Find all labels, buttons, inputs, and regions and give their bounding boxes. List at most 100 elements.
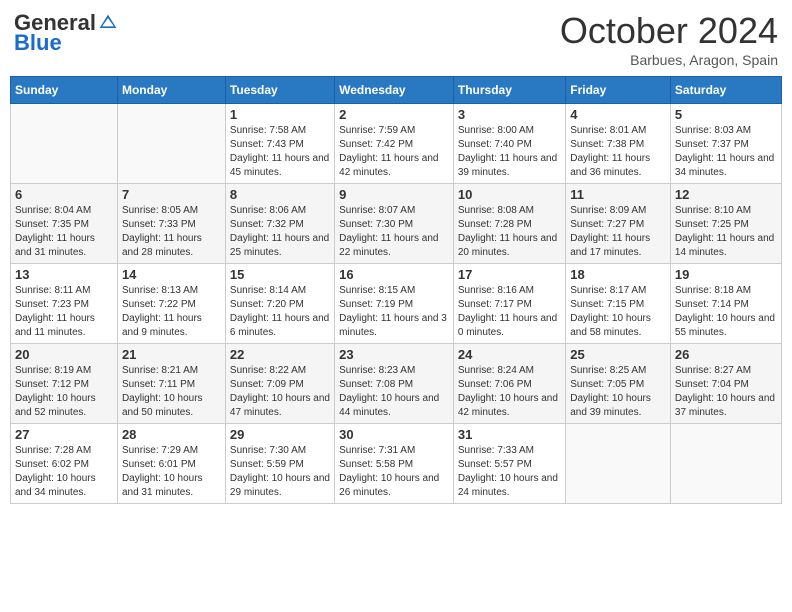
calendar-cell: 8 Sunrise: 8:06 AM Sunset: 7:32 PM Daylig…: [225, 184, 334, 264]
cell-info: Sunrise: 8:27 AM Sunset: 7:04 PM Dayligh…: [675, 364, 777, 420]
calendar-cell: [117, 104, 225, 184]
day-number: 22: [230, 347, 330, 362]
day-number: 18: [570, 267, 666, 282]
calendar-cell: 21 Sunrise: 8:21 AM Sunset: 7:11 PM Dayli…: [117, 344, 225, 424]
calendar-cell: 31 Sunrise: 7:33 AM Sunset: 5:57 PM Dayli…: [453, 424, 565, 504]
cell-info: Sunrise: 8:09 AM Sunset: 7:27 PM Dayligh…: [570, 204, 666, 260]
day-number: 15: [230, 267, 330, 282]
cell-info: Sunrise: 8:25 AM Sunset: 7:05 PM Dayligh…: [570, 364, 666, 420]
calendar-cell: 30Sunrise: 7:31 AM Sunset: 5:58 PM Dayli…: [335, 424, 454, 504]
calendar-cell: 15 Sunrise: 8:14 AM Sunset: 7:20 PM Dayli…: [225, 264, 334, 344]
calendar-cell: 29 Sunrise: 7:30 AM Sunset: 5:59 PM Dayli…: [225, 424, 334, 504]
column-header-sunday: Sunday: [11, 77, 118, 104]
cell-info: Sunrise: 8:08 AM Sunset: 7:28 PM Dayligh…: [458, 204, 561, 260]
column-header-friday: Friday: [566, 77, 671, 104]
day-number: 23: [339, 347, 449, 362]
day-number: 1: [230, 107, 330, 122]
cell-info: Sunrise: 7:58 AM Sunset: 7:43 PM Dayligh…: [230, 124, 330, 180]
day-number: 16: [339, 267, 449, 282]
calendar-week-5: 27 Sunrise: 7:28 AM Sunset: 6:02 PM Dayli…: [11, 424, 782, 504]
day-number: 19: [675, 267, 777, 282]
calendar-cell: 10 Sunrise: 8:08 AM Sunset: 7:28 PM Dayli…: [453, 184, 565, 264]
calendar-cell: 19Sunrise: 8:18 AM Sunset: 7:14 PM Dayli…: [670, 264, 781, 344]
cell-info: Sunrise: 8:00 AM Sunset: 7:40 PM Dayligh…: [458, 124, 561, 180]
day-number: 12: [675, 187, 777, 202]
day-number: 6: [15, 187, 113, 202]
day-number: 27: [15, 427, 113, 442]
cell-info: Sunrise: 7:59 AM Sunset: 7:42 PM Dayligh…: [339, 124, 449, 180]
cell-info: Sunrise: 8:11 AM Sunset: 7:23 PM Dayligh…: [15, 284, 113, 340]
calendar-week-3: 13 Sunrise: 8:11 AM Sunset: 7:23 PM Dayli…: [11, 264, 782, 344]
cell-info: Sunrise: 8:16 AM Sunset: 7:17 PM Dayligh…: [458, 284, 561, 340]
cell-info: Sunrise: 8:19 AM Sunset: 7:12 PM Dayligh…: [15, 364, 113, 420]
cell-info: Sunrise: 8:04 AM Sunset: 7:35 PM Dayligh…: [15, 204, 113, 260]
calendar-header: SundayMondayTuesdayWednesdayThursdayFrid…: [11, 77, 782, 104]
column-header-saturday: Saturday: [670, 77, 781, 104]
calendar-cell: [670, 424, 781, 504]
day-number: 14: [122, 267, 221, 282]
calendar-cell: 13 Sunrise: 8:11 AM Sunset: 7:23 PM Dayli…: [11, 264, 118, 344]
cell-info: Sunrise: 8:05 AM Sunset: 7:33 PM Dayligh…: [122, 204, 221, 260]
page-header: General Blue October 2024 Barbues, Arago…: [10, 10, 782, 68]
cell-info: Sunrise: 8:24 AM Sunset: 7:06 PM Dayligh…: [458, 364, 561, 420]
column-header-tuesday: Tuesday: [225, 77, 334, 104]
day-number: 31: [458, 427, 561, 442]
cell-info: Sunrise: 8:21 AM Sunset: 7:11 PM Dayligh…: [122, 364, 221, 420]
cell-info: Sunrise: 7:29 AM Sunset: 6:01 PM Dayligh…: [122, 444, 221, 500]
day-number: 11: [570, 187, 666, 202]
calendar-cell: 3Sunrise: 8:00 AM Sunset: 7:40 PM Daylig…: [453, 104, 565, 184]
column-header-monday: Monday: [117, 77, 225, 104]
calendar-cell: 7 Sunrise: 8:05 AM Sunset: 7:33 PM Daylig…: [117, 184, 225, 264]
location-subtitle: Barbues, Aragon, Spain: [560, 52, 778, 68]
cell-info: Sunrise: 8:23 AM Sunset: 7:08 PM Dayligh…: [339, 364, 449, 420]
cell-info: Sunrise: 8:17 AM Sunset: 7:15 PM Dayligh…: [570, 284, 666, 340]
cell-info: Sunrise: 7:28 AM Sunset: 6:02 PM Dayligh…: [15, 444, 113, 500]
calendar-cell: 25 Sunrise: 8:25 AM Sunset: 7:05 PM Dayli…: [566, 344, 671, 424]
day-number: 20: [15, 347, 113, 362]
calendar-week-1: 1 Sunrise: 7:58 AM Sunset: 7:43 PM Daylig…: [11, 104, 782, 184]
day-number: 24: [458, 347, 561, 362]
calendar-cell: 9 Sunrise: 8:07 AM Sunset: 7:30 PM Daylig…: [335, 184, 454, 264]
day-number: 8: [230, 187, 330, 202]
day-number: 17: [458, 267, 561, 282]
month-title: October 2024: [560, 10, 778, 52]
calendar-cell: 2Sunrise: 7:59 AM Sunset: 7:42 PM Daylig…: [335, 104, 454, 184]
cell-info: Sunrise: 8:14 AM Sunset: 7:20 PM Dayligh…: [230, 284, 330, 340]
logo-blue-text: Blue: [14, 30, 62, 56]
calendar-week-2: 6 Sunrise: 8:04 AM Sunset: 7:35 PM Daylig…: [11, 184, 782, 264]
cell-info: Sunrise: 7:33 AM Sunset: 5:57 PM Dayligh…: [458, 444, 561, 500]
calendar-cell: 17 Sunrise: 8:16 AM Sunset: 7:17 PM Dayli…: [453, 264, 565, 344]
calendar-cell: [11, 104, 118, 184]
day-number: 30: [339, 427, 449, 442]
calendar-cell: 11 Sunrise: 8:09 AM Sunset: 7:27 PM Dayli…: [566, 184, 671, 264]
day-number: 29: [230, 427, 330, 442]
day-number: 5: [675, 107, 777, 122]
day-number: 10: [458, 187, 561, 202]
calendar-cell: 26 Sunrise: 8:27 AM Sunset: 7:04 PM Dayli…: [670, 344, 781, 424]
cell-info: Sunrise: 8:07 AM Sunset: 7:30 PM Dayligh…: [339, 204, 449, 260]
calendar-cell: 1 Sunrise: 7:58 AM Sunset: 7:43 PM Daylig…: [225, 104, 334, 184]
cell-info: Sunrise: 8:22 AM Sunset: 7:09 PM Dayligh…: [230, 364, 330, 420]
logo: General Blue: [14, 10, 118, 56]
day-number: 4: [570, 107, 666, 122]
cell-info: Sunrise: 7:30 AM Sunset: 5:59 PM Dayligh…: [230, 444, 330, 500]
day-number: 7: [122, 187, 221, 202]
cell-info: Sunrise: 8:06 AM Sunset: 7:32 PM Dayligh…: [230, 204, 330, 260]
calendar-cell: 22 Sunrise: 8:22 AM Sunset: 7:09 PM Dayli…: [225, 344, 334, 424]
calendar-cell: 16 Sunrise: 8:15 AM Sunset: 7:19 PM Dayli…: [335, 264, 454, 344]
day-number: 25: [570, 347, 666, 362]
day-number: 28: [122, 427, 221, 442]
day-number: 21: [122, 347, 221, 362]
calendar-cell: 12Sunrise: 8:10 AM Sunset: 7:25 PM Dayli…: [670, 184, 781, 264]
calendar-cell: 24 Sunrise: 8:24 AM Sunset: 7:06 PM Dayli…: [453, 344, 565, 424]
calendar-cell: 6 Sunrise: 8:04 AM Sunset: 7:35 PM Daylig…: [11, 184, 118, 264]
day-number: 13: [15, 267, 113, 282]
calendar-week-4: 20 Sunrise: 8:19 AM Sunset: 7:12 PM Dayli…: [11, 344, 782, 424]
calendar-cell: 14Sunrise: 8:13 AM Sunset: 7:22 PM Dayli…: [117, 264, 225, 344]
calendar-table: SundayMondayTuesdayWednesdayThursdayFrid…: [10, 76, 782, 504]
cell-info: Sunrise: 8:15 AM Sunset: 7:19 PM Dayligh…: [339, 284, 449, 340]
day-number: 26: [675, 347, 777, 362]
day-number: 9: [339, 187, 449, 202]
column-header-thursday: Thursday: [453, 77, 565, 104]
title-block: October 2024 Barbues, Aragon, Spain: [560, 10, 778, 68]
